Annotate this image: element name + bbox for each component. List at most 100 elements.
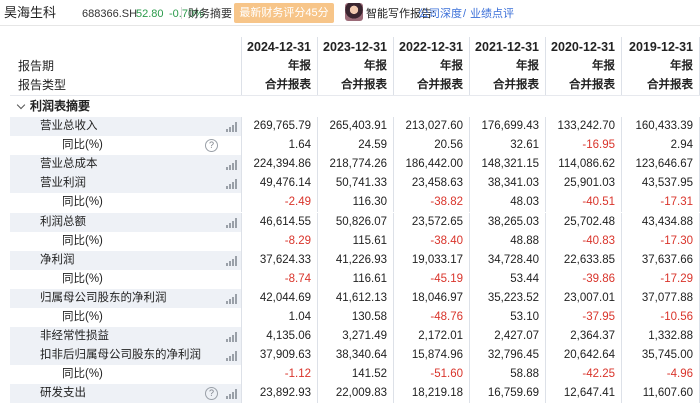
row-label-cell: 同比(%) [10,193,242,213]
table-cell: 24.59 [318,136,394,156]
row-label: 营业总成本 [40,158,98,171]
bar-chart-icon[interactable] [226,255,238,266]
table-cell: 48.88 [470,231,546,251]
table-cell: 32.61 [470,136,546,156]
table-cell: 16,759.69 [470,384,546,404]
report-kind: 年报 [318,57,394,76]
row-label: 归属母公司股东的净利润 [40,291,167,304]
bar-chart-icon[interactable] [226,179,238,190]
table-row: 利润总额 46,614.55 50,826.07 23,572.65 38,265.03… [0,212,700,232]
section-income-summary[interactable]: 利润表摘要 [10,97,700,116]
table-cell: 2,172.01 [394,327,470,347]
table-cell: 218,774.26 [318,155,394,175]
row-label-cell: 同比(%) [10,231,242,251]
table-cell: -10.56 [622,308,700,327]
table-cell: 160,433.39 [622,117,700,136]
table-cell: 23,458.63 [394,174,470,194]
bar-chart-icon[interactable] [226,332,238,343]
table-cell: -51.60 [394,365,470,385]
table-cell: 2,427.07 [470,327,546,347]
report-kind: 年报 [470,57,546,76]
table-cell: 37,637.66 [622,250,700,270]
table-row: 同比(%) -2.49 116.30 -38.82 48.03 -40.51 -17.31 [0,193,700,213]
bar-chart-icon[interactable] [226,389,238,400]
table-cell: 186,442.00 [394,155,470,175]
date-header[interactable]: 2019-12-31 [622,37,700,57]
table-row: 营业总收入 269,765.79 265,403.91 213,027.60 176,6… [0,117,700,136]
help-icon[interactable]: ? [205,387,218,401]
stock-code: 688366.SH [82,8,138,20]
bar-chart-icon[interactable] [226,160,238,171]
table-cell: 23,572.65 [394,212,470,232]
table-cell: 1,332.88 [622,327,700,347]
date-header[interactable]: 2023-12-31 [318,37,394,57]
bar-chart-icon[interactable] [226,217,238,228]
table-cell: -1.12 [242,365,318,385]
table-cell: 35,223.52 [470,288,546,308]
report-type: 合并报表 [622,76,700,95]
top-bar: 昊海生科 688366.SH 52.80 -0.70% 财务摘要 最新财务评分4… [0,0,700,26]
row-label-cell: 归属母公司股东的净利润 [10,288,242,308]
period-label: 报告期 [18,59,55,73]
table-cell: 41,612.13 [318,288,394,308]
table-cell: 34,728.40 [470,250,546,270]
report-type: 合并报表 [318,76,394,95]
table-row: 净利润 37,624.33 41,226.93 19,033.17 34,728.40 2… [0,250,700,270]
ai-avatar-icon [345,3,363,21]
earnings-review-link[interactable]: 业绩点评 [470,7,514,21]
report-type: 合并报表 [394,76,470,95]
table-cell: 22,633.85 [546,250,622,270]
row-label-cell: 非经常性损益 [10,327,242,347]
table-cell: 2,364.37 [546,327,622,347]
row-label: 净利润 [40,253,75,266]
table-cell: -17.31 [622,193,700,213]
table-cell: 116.30 [318,193,394,213]
table-cell: -2.49 [242,193,318,213]
table-row: 研发支出? 23,892.93 22,009.83 18,219.18 16,759.6… [0,384,700,404]
company-depth-link[interactable]: 公司深度 [418,7,462,21]
date-header[interactable]: 2020-12-31 [546,37,622,57]
table-cell: 46,614.55 [242,212,318,232]
table-cell: 20.56 [394,136,470,156]
chevron-down-icon[interactable] [18,102,26,110]
table-cell: 53.44 [470,269,546,289]
table-row: 营业总成本 224,394.86 218,774.26 186,442.00 148,3… [0,155,700,175]
table-cell: 3,271.49 [318,327,394,347]
table-cell: 133,242.70 [546,117,622,136]
bar-chart-icon[interactable] [226,351,238,362]
table-cell: -8.29 [242,231,318,251]
table-cell: 49,476.14 [242,174,318,194]
financial-score-button[interactable]: 最新财务评分45分 [234,3,334,23]
bar-chart-icon[interactable] [226,122,238,132]
header-row-type: 报告类型 合并报表 合并报表 合并报表 合并报表 合并报表 合并报表 [0,76,700,95]
table-cell: -16.95 [546,136,622,156]
divider [181,7,182,19]
table-row: 同比(%)? 1.64 24.59 20.56 32.61 -16.95 2.94 [0,136,700,156]
date-header[interactable]: 2024-12-31 [242,37,318,57]
table-cell: 15,874.96 [394,346,470,366]
table-cell: 176,699.43 [470,117,546,136]
row-label: 同比(%) [62,272,103,285]
table-cell: 37,624.33 [242,250,318,270]
table-cell: 269,765.79 [242,117,318,136]
table-row: 同比(%) -1.12 141.52 -51.60 58.88 -42.25 -4.96 [0,365,700,385]
financial-summary-tab[interactable]: 财务摘要 [188,7,232,21]
table-row: 非经常性损益 4,135.06 3,271.49 2,172.01 2,427.07 2,… [0,327,700,347]
table-cell: 50,826.07 [318,212,394,232]
bar-chart-icon[interactable] [226,293,238,304]
table-cell: 25,702.48 [546,212,622,232]
row-label-cell: 营业利润 [10,174,242,194]
table-cell: 43,537.95 [622,174,700,194]
table-cell: -40.51 [546,193,622,213]
row-label: 营业总收入 [40,120,98,132]
date-header[interactable]: 2021-12-31 [470,37,546,57]
table-cell: 11,607.60 [622,384,700,404]
table-row: 同比(%) -8.74 116.61 -45.19 53.44 -39.86 -17.29 [0,269,700,289]
report-kind: 年报 [242,57,318,76]
table-cell: 20,642.64 [546,346,622,366]
table-cell: 38,340.64 [318,346,394,366]
help-icon[interactable]: ? [205,139,218,153]
table-cell: 48.03 [470,193,546,213]
row-label: 非经常性损益 [40,330,109,343]
date-header[interactable]: 2022-12-31 [394,37,470,57]
